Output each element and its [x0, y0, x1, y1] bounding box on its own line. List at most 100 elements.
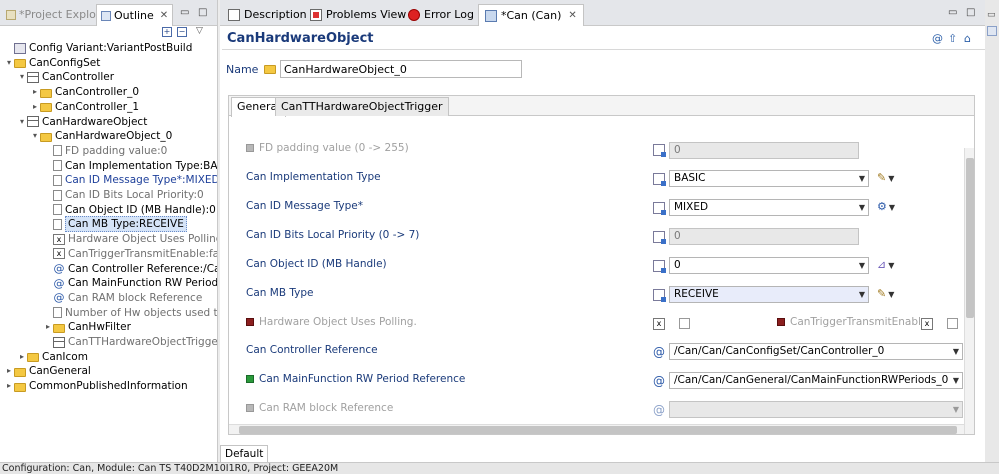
tree-node[interactable]: ▸ CanHwFilter — [43, 320, 131, 334]
tree-node[interactable]: Number of Hw objects used to — [43, 306, 217, 320]
chevron-right-icon[interactable]: ▸ — [43, 320, 53, 334]
tree-node-label: CanController — [42, 71, 115, 84]
tab-description[interactable]: Description — [222, 4, 313, 26]
edit-pencil-icon[interactable]: ✎ ▼ — [877, 287, 894, 300]
boolean-icon: x — [53, 248, 65, 260]
close-icon[interactable]: ✕ — [160, 6, 168, 26]
tree-node[interactable]: Can Implementation Type:BASIC — [43, 159, 217, 173]
tree-node[interactable]: Can ID Message Type*:MIXED — [43, 173, 217, 187]
view-menu-icon[interactable]: ▽ — [196, 26, 203, 36]
id-msg-type-select[interactable]: MIXED ▼ — [669, 199, 869, 216]
default-value-icon[interactable] — [653, 202, 666, 215]
tree-node[interactable]: Can MB Type:RECEIVE — [43, 216, 187, 233]
tab-outline[interactable]: Outline ✕ — [96, 4, 174, 26]
tree-node[interactable]: ▾ CanHardwareObject_0 — [30, 129, 172, 143]
tab-label: *Can (Can) — [501, 8, 562, 22]
tree-node[interactable]: Can Object ID (MB Handle):0 — [43, 203, 216, 217]
restore-icon[interactable] — [987, 26, 997, 36]
disabled-checkbox-icon[interactable] — [246, 144, 254, 152]
trigger-tx-checkbox[interactable] — [947, 318, 958, 329]
default-value-icon[interactable] — [653, 260, 666, 273]
minimize-icon[interactable]: ▭ — [948, 7, 957, 18]
default-value-icon[interactable] — [653, 231, 666, 244]
tree-node-label: CanController_0 — [55, 86, 139, 99]
reference-icon[interactable]: @ — [653, 346, 665, 358]
collapse-all-icon[interactable]: − — [177, 27, 187, 37]
tab-default[interactable]: Default — [220, 445, 269, 462]
tab-ttrigger[interactable]: CanTTHardwareObjectTrigger — [275, 97, 449, 116]
chevron-down-icon[interactable]: ▾ — [30, 129, 40, 143]
tree-node[interactable]: ▾ CanHardwareObject — [17, 115, 147, 129]
tree-node[interactable]: ▸ CanGeneral — [4, 364, 91, 378]
calculated-value-icon[interactable]: ⚙ ▼ — [877, 200, 895, 213]
expand-all-icon[interactable]: + — [162, 27, 172, 37]
tab-problems-view[interactable]: Problems View — [304, 4, 412, 26]
scroll-thumb[interactable] — [966, 158, 974, 318]
config-icon — [14, 42, 26, 54]
maximize-icon[interactable]: □ — [198, 7, 207, 18]
form-body: FD padding value (0 -> 255) 0 Can Implem… — [229, 116, 974, 434]
outline-icon — [101, 10, 111, 21]
reference-icon[interactable]: @ — [932, 32, 943, 45]
chevron-right-icon[interactable]: ▸ — [4, 379, 14, 393]
tree-node[interactable]: @Can Controller Reference:/Can/C — [43, 262, 218, 276]
object-id-select[interactable]: 0 ▼ — [669, 257, 869, 274]
boolean-icon[interactable]: x — [653, 318, 665, 330]
edit-pencil-icon[interactable]: ✎ ▼ — [877, 171, 894, 184]
chevron-down-icon[interactable]: ▾ — [4, 56, 14, 70]
locked-checkbox-icon[interactable] — [246, 318, 254, 326]
go-up-icon[interactable]: ⇧ — [948, 32, 957, 45]
tree-node[interactable]: x Hardware Object Uses Polling:f — [43, 232, 217, 246]
name-input[interactable] — [280, 60, 522, 78]
locked-checkbox-icon[interactable] — [777, 318, 785, 326]
horizontal-scrollbar[interactable] — [229, 424, 964, 434]
chevron-right-icon[interactable]: ▸ — [30, 100, 40, 114]
tree-node[interactable]: Config Variant:VariantPostBuild — [4, 41, 192, 55]
tree-node[interactable]: FD padding value:0 — [43, 144, 167, 158]
chevron-right-icon[interactable]: ▸ — [30, 85, 40, 99]
scroll-thumb[interactable] — [239, 426, 957, 434]
default-value-icon[interactable] — [653, 289, 666, 302]
vertical-scrollbar[interactable] — [964, 148, 974, 434]
chevron-down-icon[interactable]: ▾ — [17, 115, 27, 129]
chevron-right-icon[interactable]: ▸ — [4, 364, 14, 378]
maximize-icon[interactable]: □ — [966, 7, 975, 18]
tree-node[interactable]: @Can MainFunction RW Period Re — [43, 276, 218, 290]
fd-padding-field[interactable]: 0 — [669, 142, 859, 159]
tree-node[interactable]: CanTTHardwareObjectTrigger — [43, 335, 217, 349]
reference-icon[interactable]: @ — [653, 404, 665, 416]
chevron-right-icon[interactable]: ▸ — [17, 350, 27, 364]
home-icon[interactable]: ⌂ — [964, 32, 971, 45]
hw-polling-checkbox[interactable] — [679, 318, 690, 329]
calculator-icon[interactable]: ⊿ ▼ — [877, 258, 894, 271]
id-bits-prio-field[interactable]: 0 — [669, 228, 859, 245]
tab-error-log[interactable]: Error Log — [402, 4, 480, 26]
reference-icon[interactable]: @ — [653, 375, 665, 387]
close-icon[interactable]: ✕ — [568, 6, 576, 26]
tree-node[interactable]: xCanTriggerTransmitEnable:false — [43, 247, 217, 261]
mb-type-select[interactable]: RECEIVE ▼ — [669, 286, 869, 303]
ram-ref-select[interactable]: ▼ — [669, 401, 963, 418]
tree-node[interactable]: @ Can RAM block Reference — [43, 291, 203, 305]
tree-node[interactable]: ▸ CanController_0 — [30, 85, 139, 99]
ctrl-ref-select[interactable]: /Can/Can/CanConfigSet/CanController_0 ▼ — [669, 343, 963, 360]
tab-can-editor[interactable]: *Can (Can) ✕ — [478, 4, 584, 26]
tree-node[interactable]: Can ID Bits Local Priority:0 — [43, 188, 204, 202]
mainfn-ref-select[interactable]: /Can/Can/CanGeneral/CanMainFunctionRWPer… — [669, 372, 963, 389]
minimize-icon[interactable]: ▭ — [987, 10, 996, 20]
tree-node[interactable]: ▾ CanConfigSet — [4, 56, 100, 70]
tab-label: Problems View — [326, 8, 407, 21]
tree-node[interactable]: ▸ CanIcom — [17, 350, 88, 364]
default-value-icon[interactable] — [653, 144, 666, 157]
default-value-icon[interactable] — [653, 173, 666, 186]
chevron-down-icon[interactable]: ▾ — [17, 70, 27, 84]
tree-node[interactable]: ▸ CommonPublishedInformation — [4, 379, 188, 393]
disabled-checkbox-icon[interactable] — [246, 404, 254, 412]
tree-node[interactable]: ▾ CanController — [17, 70, 114, 84]
tree-node[interactable]: ▸ CanController_1 — [30, 100, 139, 114]
tab-label: Description — [244, 8, 307, 21]
boolean-icon[interactable]: x — [921, 318, 933, 330]
minimize-icon[interactable]: ▭ — [180, 7, 189, 18]
enabled-checkbox-icon[interactable] — [246, 375, 254, 383]
impl-type-select[interactable]: BASIC ▼ — [669, 170, 869, 187]
